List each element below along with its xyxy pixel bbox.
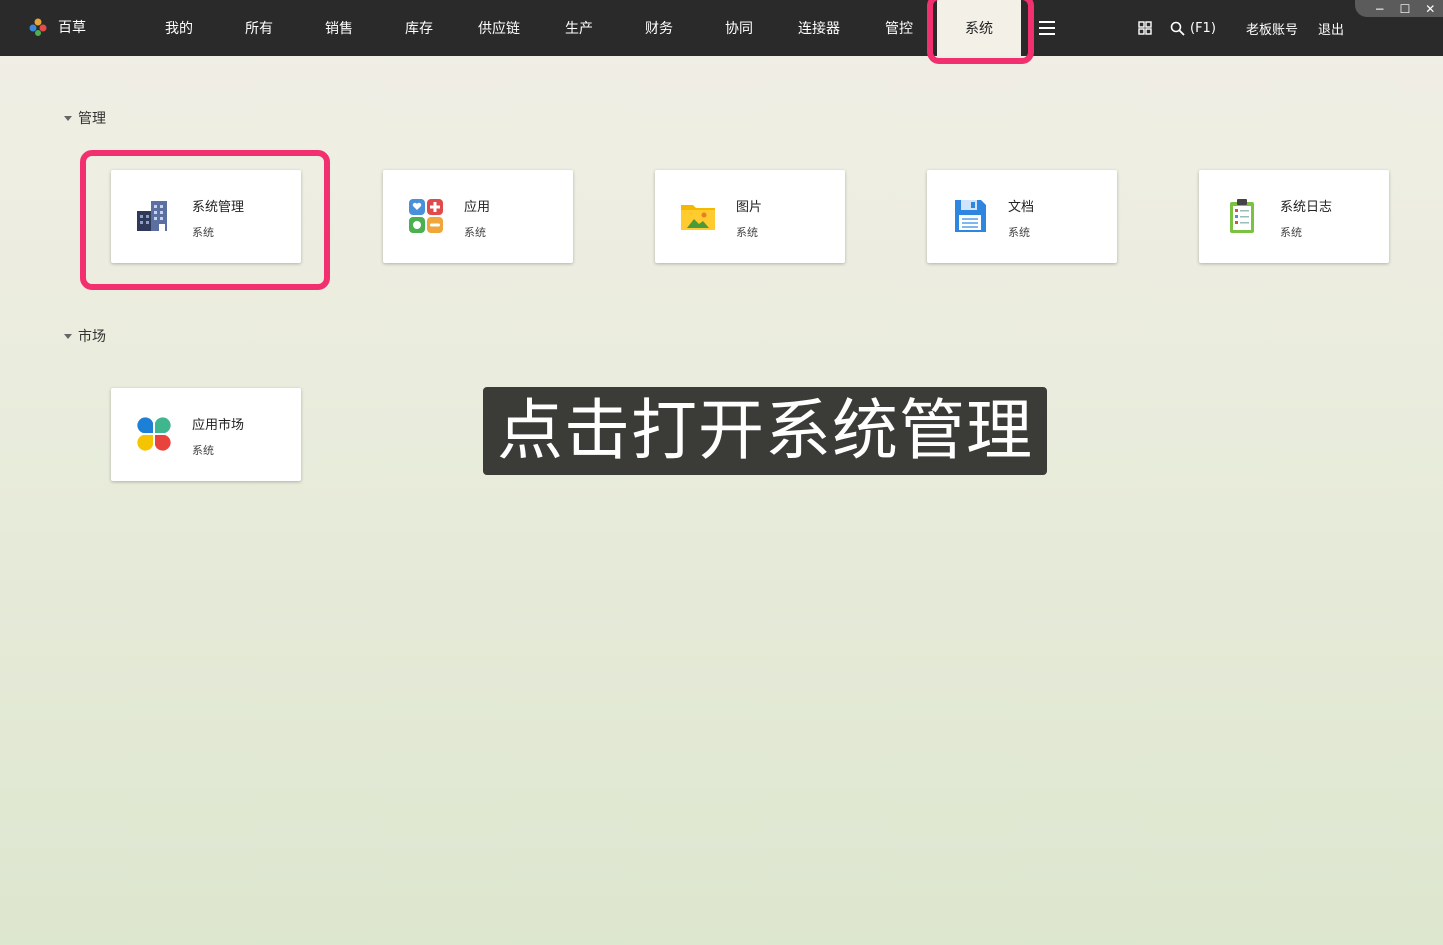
- caret-down-icon: [64, 333, 72, 339]
- card-subtitle: 系统: [464, 226, 486, 239]
- logo-icon: [29, 18, 47, 36]
- nav-tab-production[interactable]: 生产: [539, 0, 619, 56]
- section-header-management[interactable]: 管理: [64, 108, 106, 128]
- nav-tab-supply-chain[interactable]: 供应链: [459, 0, 539, 56]
- nav-tab-all[interactable]: 所有: [219, 0, 299, 56]
- nav-tab-connector[interactable]: 连接器: [779, 0, 859, 56]
- card-documents[interactable]: 文档 系统: [927, 170, 1117, 263]
- minimize-icon[interactable]: −: [1372, 3, 1388, 15]
- clipboard-list-icon: [1230, 199, 1254, 233]
- account-button[interactable]: 老板账号: [1246, 0, 1298, 56]
- logout-button[interactable]: 退出: [1318, 0, 1344, 56]
- grid-icon: [1138, 21, 1152, 35]
- card-images[interactable]: 图片 系统: [655, 170, 845, 263]
- card-title: 应用市场: [192, 418, 245, 433]
- nav-tab-control[interactable]: 管控: [859, 0, 939, 56]
- section-title: 市场: [78, 329, 106, 345]
- caret-down-icon: [64, 115, 72, 121]
- nav-tab-mine[interactable]: 我的: [139, 0, 219, 56]
- card-system-log[interactable]: 系统日志 系统: [1199, 170, 1389, 263]
- card-title: 应用: [464, 200, 491, 215]
- card-subtitle: 系统: [1008, 226, 1030, 239]
- search-icon: [1170, 21, 1185, 36]
- card-system-management[interactable]: 系统管理 系统: [111, 170, 301, 263]
- card-title: 文档: [1008, 200, 1035, 215]
- building-icon: [137, 201, 167, 231]
- tutorial-caption: 点击打开系统管理: [483, 387, 1047, 475]
- card-subtitle: 系统: [1280, 226, 1302, 239]
- clover-icon: [137, 417, 171, 451]
- card-title: 系统日志: [1280, 200, 1333, 215]
- nav-tab-system[interactable]: 系统: [937, 0, 1021, 56]
- card-app-market[interactable]: 应用市场 系统: [111, 388, 301, 481]
- card-title: 图片: [736, 200, 763, 215]
- maximize-icon[interactable]: ☐: [1397, 3, 1413, 15]
- close-icon[interactable]: ✕: [1422, 3, 1438, 15]
- search-shortcut-label: (F1): [1190, 20, 1216, 36]
- apps-grid-icon: [409, 199, 443, 233]
- grid-view-button[interactable]: [1138, 0, 1152, 56]
- section-header-market[interactable]: 市场: [64, 326, 106, 346]
- top-bar: 百草 我的 所有 销售 库存 供应链 生产 财务 协同 连接器 管控 系统 (F…: [0, 0, 1443, 56]
- card-subtitle: 系统: [736, 226, 758, 239]
- image-folder-icon: [681, 205, 715, 230]
- nav-tab-sales[interactable]: 销售: [299, 0, 379, 56]
- floppy-disk-icon: [955, 200, 986, 232]
- brand[interactable]: 百草: [28, 17, 86, 37]
- nav-tab-finance[interactable]: 财务: [619, 0, 699, 56]
- brand-name: 百草: [58, 20, 86, 36]
- nav-tab-collaboration[interactable]: 协同: [699, 0, 779, 56]
- search-button[interactable]: (F1): [1170, 0, 1216, 56]
- card-subtitle: 系统: [192, 226, 214, 239]
- card-subtitle: 系统: [192, 444, 214, 457]
- section-title: 管理: [78, 111, 106, 127]
- window-controls: − ☐ ✕: [1355, 0, 1443, 17]
- card-apps[interactable]: 应用 系统: [383, 170, 573, 263]
- card-title: 系统管理: [192, 200, 245, 215]
- nav-tab-inventory[interactable]: 库存: [379, 0, 459, 56]
- hamburger-menu-icon[interactable]: [1037, 18, 1059, 38]
